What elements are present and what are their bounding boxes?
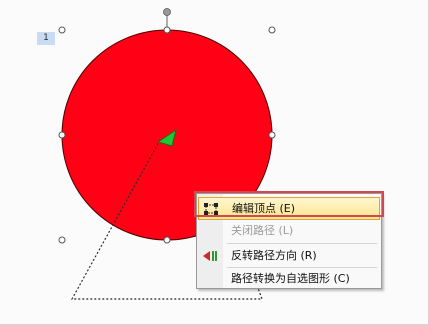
resize-handle-bottom[interactable] [163,236,171,244]
resize-handle-bottom-left[interactable] [58,236,66,244]
resize-handle-top-left[interactable] [58,26,66,34]
menu-item-reverse-path[interactable]: 反转路径方向 (R) [198,245,380,267]
resize-handle-left[interactable] [58,131,66,139]
menu-item-label: 路径转换为自选图形 (C) [231,272,350,285]
menu-item-edit-points[interactable]: 编辑顶点 (E) [198,197,380,220]
menu-item-close-path[interactable]: 关闭路径 (L) [198,220,380,242]
rotation-handle[interactable] [163,8,171,16]
menu-item-label: 关闭路径 (L) [231,224,294,237]
menu-item-convert-to-autoshape[interactable]: 路径转换为自选图形 (C) [198,268,380,290]
menu-separator [227,243,377,244]
slide-canvas[interactable]: 1 编辑顶点 (E) 关闭路径 (L) 反转路径方向 (R) 路径转换为自选图形… [0,0,429,325]
reverse-path-icon [203,251,217,261]
resize-handle-top[interactable] [163,26,171,34]
edit-points-icon [204,203,218,215]
resize-handle-right[interactable] [268,131,276,139]
menu-item-label: 反转路径方向 (R) [231,249,317,262]
resize-handle-top-right[interactable] [268,26,276,34]
menu-item-label: 编辑顶点 (E) [232,202,296,215]
context-menu: 编辑顶点 (E) 关闭路径 (L) 反转路径方向 (R) 路径转换为自选图形 (… [196,193,382,289]
